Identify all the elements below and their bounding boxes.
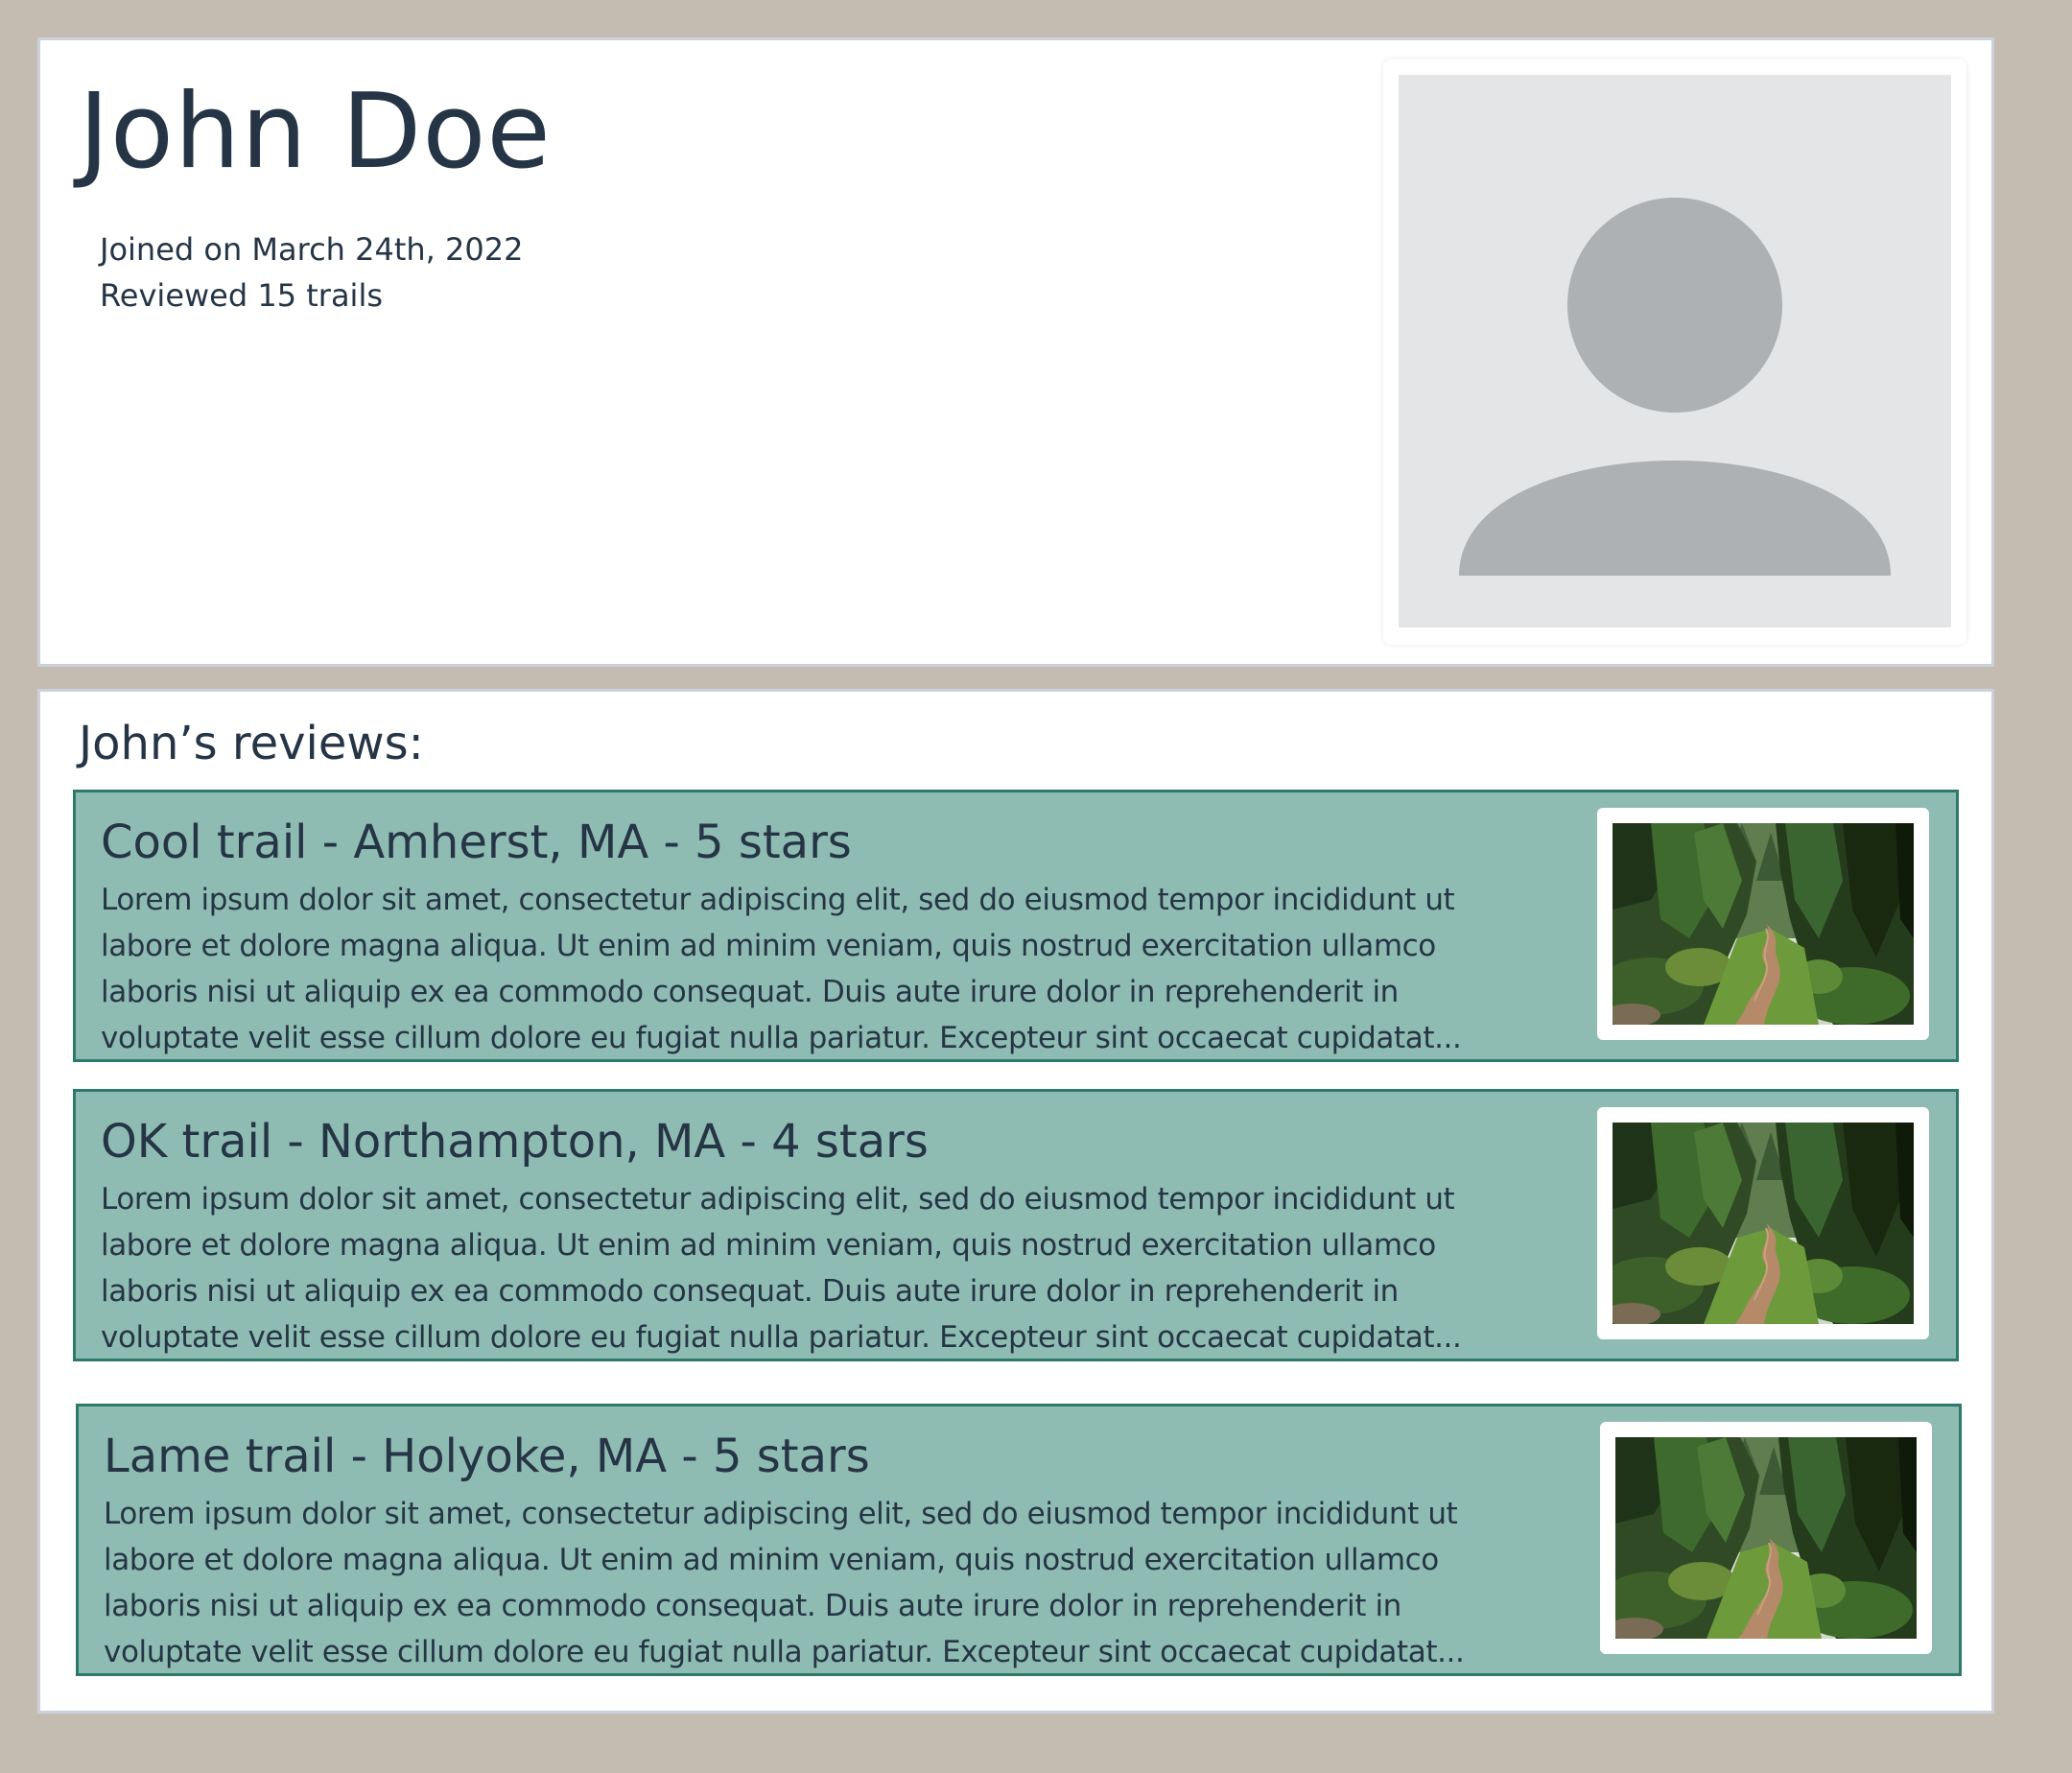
review-title: OK trail - Northampton, MA - 4 stars xyxy=(101,1115,929,1169)
review-body-line: labore et dolore magna aliqua. Ut enim a… xyxy=(101,1228,1436,1263)
profile-meta: Joined on March 24th, 2022 Reviewed 15 t… xyxy=(100,226,523,319)
review-card[interactable]: OK trail - Northampton, MA - 4 stars Lor… xyxy=(73,1089,1959,1361)
review-photo-frame[interactable] xyxy=(1597,808,1929,1040)
review-body-line: laboris nisi ut aliquip ex ea commodo co… xyxy=(104,1589,1401,1623)
review-body: Lorem ipsum dolor sit amet, consectetur … xyxy=(101,877,1568,1059)
review-body-line: Lorem ipsum dolor sit amet, consectetur … xyxy=(101,1182,1455,1217)
forest-trail-photo xyxy=(1615,1437,1917,1639)
joined-date: Joined on March 24th, 2022 xyxy=(100,231,524,268)
review-body-line: labore et dolore magna aliqua. Ut enim a… xyxy=(101,929,1436,963)
reviews-heading: John’s reviews: xyxy=(79,717,424,770)
profile-name: John Doe xyxy=(79,72,552,192)
review-body-line: laboris nisi ut aliquip ex ea commodo co… xyxy=(101,975,1399,1009)
review-body-line: voluptate velit esse cillum dolore eu fu… xyxy=(101,1021,1462,1055)
review-body-line: voluptate velit esse cillum dolore eu fu… xyxy=(101,1320,1462,1355)
review-body-line: Lorem ipsum dolor sit amet, consectetur … xyxy=(101,883,1455,917)
review-body: Lorem ipsum dolor sit amet, consectetur … xyxy=(101,1176,1568,1359)
avatar xyxy=(1399,75,1951,627)
forest-trail-photo xyxy=(1613,1123,1914,1324)
avatar-frame[interactable] xyxy=(1383,59,1966,645)
review-body-line: labore et dolore magna aliqua. Ut enim a… xyxy=(104,1543,1439,1577)
review-body-line: laboris nisi ut aliquip ex ea commodo co… xyxy=(101,1274,1399,1309)
review-photo-frame[interactable] xyxy=(1597,1107,1929,1339)
review-title: Cool trail - Amherst, MA - 5 stars xyxy=(101,816,852,869)
review-body: Lorem ipsum dolor sit amet, consectetur … xyxy=(104,1491,1571,1673)
review-card[interactable]: Cool trail - Amherst, MA - 5 stars Lorem… xyxy=(73,790,1959,1062)
forest-trail-photo xyxy=(1613,823,1914,1025)
review-body-line: voluptate velit esse cillum dolore eu fu… xyxy=(104,1635,1465,1669)
reviews-card: John’s reviews: Cool trail - Amherst, MA… xyxy=(37,689,1994,1714)
profile-card: John Doe Joined on March 24th, 2022 Revi… xyxy=(37,37,1994,667)
review-count: Reviewed 15 trails xyxy=(100,277,383,314)
review-card[interactable]: Lame trail - Holyoke, MA - 5 stars Lorem… xyxy=(76,1404,1962,1676)
review-body-line: Lorem ipsum dolor sit amet, consectetur … xyxy=(104,1497,1458,1531)
review-title: Lame trail - Holyoke, MA - 5 stars xyxy=(104,1430,870,1483)
review-photo-frame[interactable] xyxy=(1600,1422,1932,1654)
user-silhouette-icon xyxy=(1459,198,1891,576)
